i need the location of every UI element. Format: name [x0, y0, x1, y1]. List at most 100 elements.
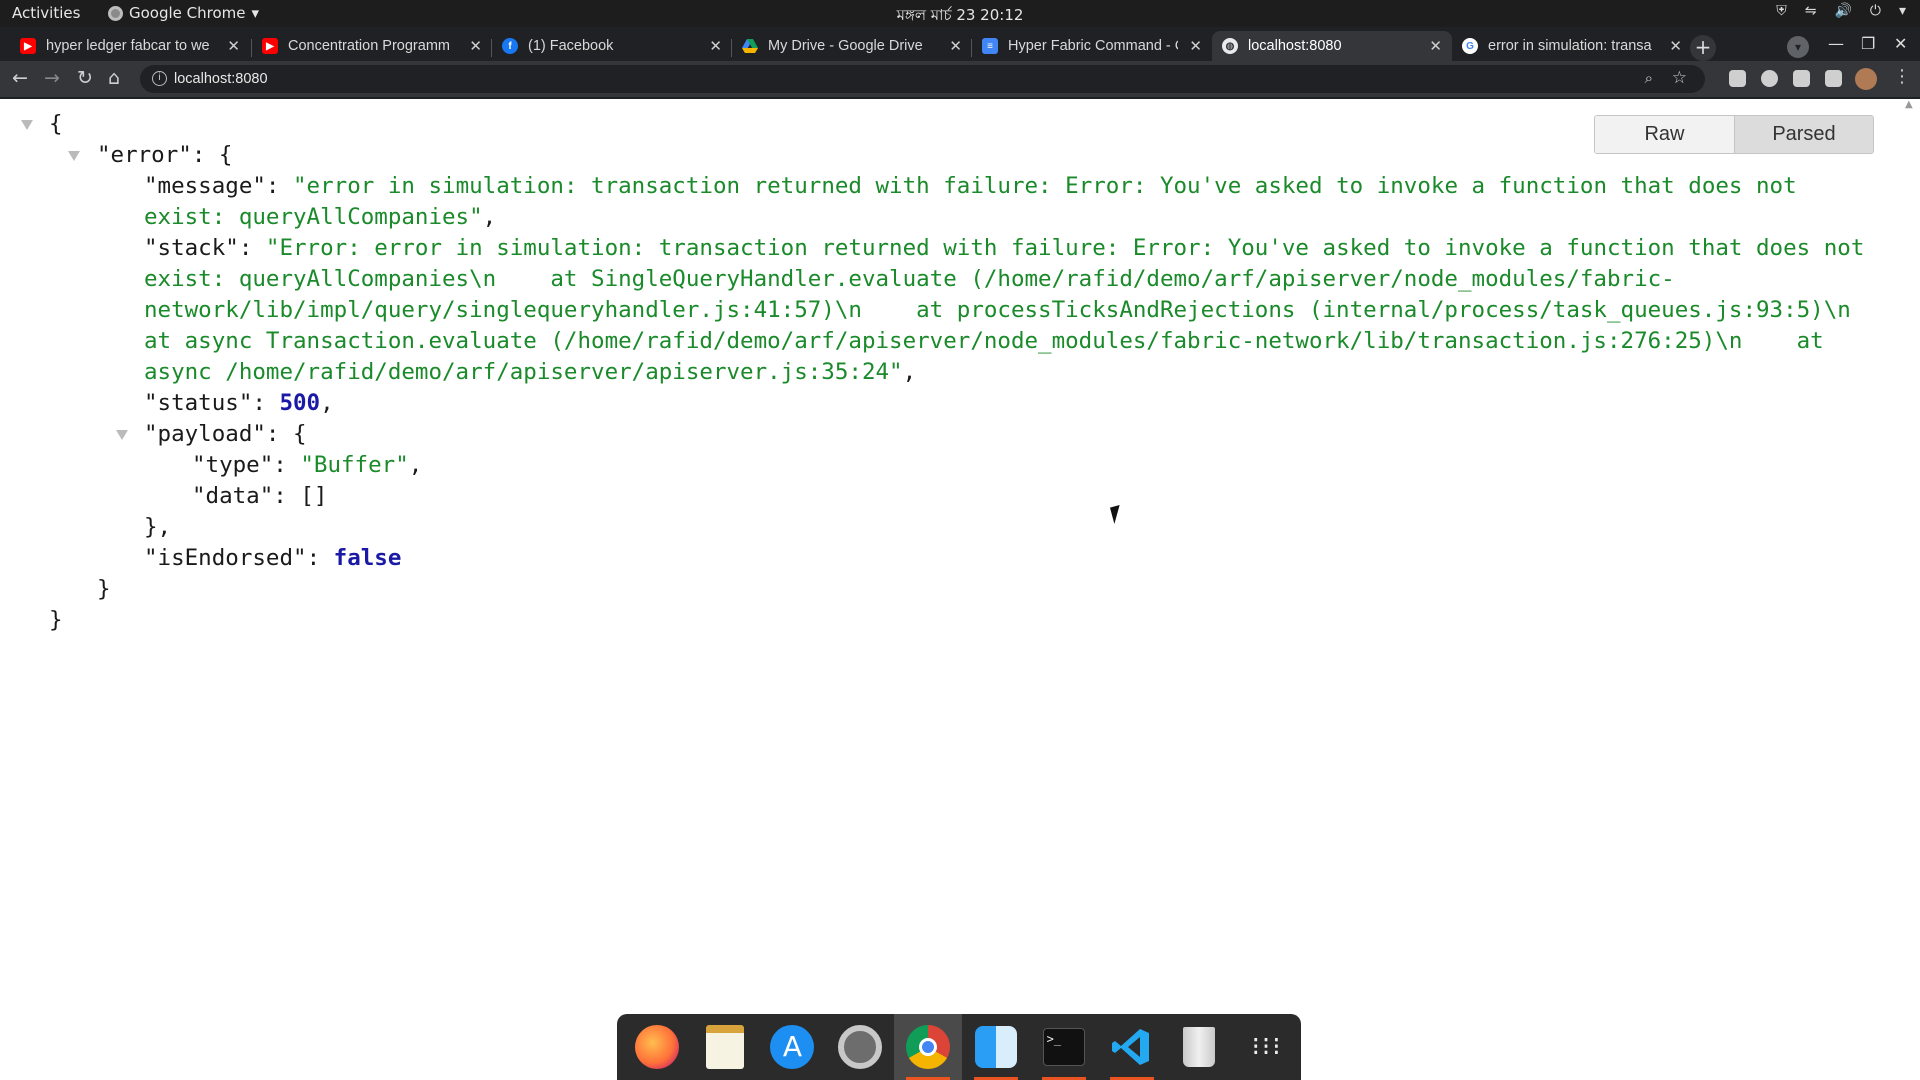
dock-finder[interactable] — [962, 1014, 1030, 1080]
collapse-error-icon[interactable] — [68, 151, 80, 161]
json-key: "payload" — [144, 421, 266, 447]
zoom-icon[interactable]: ⌕ — [1645, 70, 1653, 87]
json-error-key-line: "error": { — [97, 142, 233, 168]
tab-localhost[interactable]: ◍ localhost:8080 ✕ — [1212, 31, 1452, 61]
json-key: "error" — [97, 142, 192, 168]
close-icon[interactable]: ✕ — [1189, 37, 1202, 55]
google-drive-icon — [742, 38, 758, 54]
chevron-down-icon: ▾ — [1898, 3, 1906, 19]
json-stack-line-cont: network/lib/impl/query/singlequeryhandle… — [144, 297, 1851, 323]
json-viewer: Raw Parsed { "error": { "message": "erro… — [0, 99, 1920, 1080]
dock-app-store[interactable]: A — [759, 1014, 827, 1080]
json-string-value: async /home/rafid/demo/arf/apiserver/api… — [144, 359, 903, 385]
firefox-icon — [634, 1025, 679, 1069]
tab-youtube-concentration[interactable]: ▶ Concentration Programm ✕ — [252, 31, 492, 61]
tab-strip: ▶ hyper ledger fabcar to we ✕ ▶ Concentr… — [0, 27, 1920, 61]
address-bar[interactable]: i localhost:8080 ⌕ ☆ — [140, 65, 1705, 93]
close-icon[interactable]: ✕ — [949, 37, 962, 55]
json-stack-line: "stack": "Error: error in simulation: tr… — [144, 235, 1865, 261]
tab-title: My Drive - Google Drive — [768, 38, 923, 54]
json-error-close: } — [97, 576, 111, 602]
dock-terminal[interactable]: >_ — [1030, 1014, 1098, 1080]
json-isendorsed-line: "isEndorsed": false — [144, 545, 402, 571]
close-icon[interactable]: ✕ — [709, 37, 722, 55]
media-queue-icon[interactable] — [1825, 70, 1842, 87]
json-close-brace: } — [49, 607, 63, 633]
scroll-up-arrow-icon[interactable]: ▲ — [1905, 99, 1913, 110]
dock: A >_ ⁝⁝⁝ — [617, 1014, 1301, 1080]
dock-settings[interactable] — [826, 1014, 894, 1080]
dock-vscode[interactable] — [1098, 1014, 1166, 1080]
collapse-payload-icon[interactable] — [116, 430, 128, 440]
dock-firefox[interactable] — [623, 1014, 691, 1080]
json-string-value: "error in simulation: transaction return… — [293, 173, 1797, 199]
reload-icon[interactable]: ↻ — [77, 67, 93, 89]
bookmark-star-icon[interactable]: ☆ — [1672, 68, 1687, 88]
tab-hyper-fabric-doc[interactable]: ≡ Hyper Fabric Command - C ✕ — [972, 31, 1212, 61]
finder-icon — [974, 1026, 1017, 1068]
terminal-icon: >_ — [1042, 1028, 1085, 1066]
dock-trash[interactable] — [1165, 1014, 1233, 1080]
profile-avatar[interactable] — [1855, 68, 1877, 90]
tab-title: error in simulation: transa — [1488, 38, 1652, 54]
parsed-button[interactable]: Parsed — [1734, 116, 1873, 153]
google-docs-icon: ≡ — [982, 38, 998, 54]
collapse-root-icon[interactable] — [21, 120, 33, 130]
site-info-icon[interactable]: i — [152, 71, 167, 86]
tab-title: (1) Facebook — [528, 38, 614, 54]
vscode-icon — [1111, 1027, 1151, 1067]
json-key: "stack" — [144, 235, 239, 261]
raw-button[interactable]: Raw — [1595, 116, 1734, 153]
tab-facebook[interactable]: f (1) Facebook ✕ — [492, 31, 732, 61]
google-icon: G — [1462, 38, 1478, 54]
system-top-bar: Activities Google Chrome ▾ মঙ্গল মার্চ 2… — [0, 0, 1920, 27]
system-tray[interactable]: ⛨ ⇋ 🔊 ⏻ ▾ — [1776, 3, 1906, 19]
tab-google-drive[interactable]: My Drive - Google Drive ✕ — [732, 31, 972, 61]
restore-icon[interactable]: ❐ — [1861, 34, 1875, 53]
new-tab-button[interactable]: + — [1690, 35, 1716, 61]
globe-icon: ◍ — [1222, 38, 1238, 54]
volume-icon: 🔊 — [1834, 3, 1852, 19]
close-icon[interactable]: ✕ — [227, 37, 240, 55]
json-message-line-cont: exist: queryAllCompanies", — [144, 204, 497, 230]
dock-text-editor[interactable] — [691, 1014, 759, 1080]
network-icon: ⇋ — [1804, 3, 1817, 19]
power-icon: ⏻ — [1869, 3, 1881, 19]
json-stack-line-cont: exist: queryAllCompanies\n at SingleQuer… — [144, 266, 1675, 292]
app-grid-icon: ⁝⁝⁝ — [1251, 1032, 1283, 1062]
forward-icon[interactable]: → — [44, 67, 60, 89]
clock[interactable]: মঙ্গল মার্চ 23 20:12 — [0, 4, 1920, 29]
chrome-menu-icon[interactable]: ⋮ — [1893, 66, 1911, 87]
close-icon[interactable]: ✕ — [1669, 37, 1682, 55]
youtube-icon: ▶ — [20, 38, 36, 54]
dock-show-apps[interactable]: ⁝⁝⁝ — [1233, 1014, 1301, 1080]
home-icon[interactable]: ⌂ — [108, 67, 120, 89]
tab-error-search[interactable]: G error in simulation: transa ✕ — [1452, 31, 1692, 61]
extensions-puzzle-icon[interactable] — [1793, 70, 1810, 87]
close-icon[interactable]: ✕ — [469, 37, 482, 55]
mouse-cursor — [1109, 504, 1125, 525]
close-icon[interactable]: ✕ — [1429, 37, 1442, 55]
address-url: localhost:8080 — [174, 71, 268, 87]
json-status-line: "status": 500, — [144, 390, 334, 416]
extension-camera-icon[interactable] — [1729, 70, 1746, 87]
json-payload-close: }, — [144, 514, 172, 540]
minimize-icon[interactable]: — — [1828, 34, 1844, 53]
window-close-icon[interactable]: ✕ — [1894, 34, 1907, 53]
tab-youtube-fabcar[interactable]: ▶ hyper ledger fabcar to we ✕ — [10, 31, 250, 61]
json-key: "message" — [144, 173, 266, 199]
json-stack-line-cont: async /home/rafid/demo/arf/apiserver/api… — [144, 359, 917, 385]
json-stack-line-cont: at async Transaction.evaluate (/home/raf… — [144, 328, 1824, 354]
json-string-value: "Buffer" — [300, 452, 409, 478]
tab-search-button[interactable]: ▾ — [1787, 36, 1809, 58]
json-boolean-value: false — [333, 545, 402, 571]
json-string-value: exist: queryAllCompanies" — [144, 204, 483, 230]
json-message-line: "message": "error in simulation: transac… — [144, 173, 1797, 199]
dock-chrome[interactable] — [894, 1014, 962, 1080]
json-key: "type" — [192, 452, 274, 478]
view-mode-toggle: Raw Parsed — [1594, 115, 1874, 154]
trash-icon — [1183, 1027, 1216, 1067]
back-icon[interactable]: ← — [12, 67, 28, 89]
extension-circle-icon[interactable] — [1761, 70, 1778, 87]
json-number-value: 500 — [279, 390, 321, 416]
